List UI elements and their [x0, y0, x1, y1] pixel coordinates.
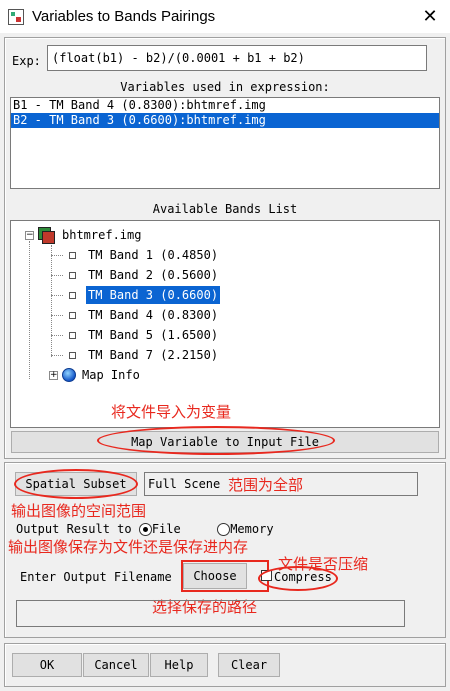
annotation-compress: 文件是否压缩 [278, 555, 369, 573]
band-label: TM Band 3 (0.6600) [86, 286, 221, 304]
collapse-icon[interactable]: − [25, 230, 34, 240]
leaf-icon [69, 311, 76, 319]
annotation-save-mode: 输出图像保存为文件还是保存进内存 [8, 538, 249, 556]
map-info-label: Map Info [82, 368, 140, 382]
map-info-node[interactable]: + Map Info [49, 366, 140, 384]
annotation-ellipse-map [97, 426, 335, 455]
bands-header: Available Bands List [152, 202, 298, 216]
variable-item-b1[interactable]: B1 - TM Band 4 (0.8300):bhtmref.img [11, 98, 439, 113]
band-item[interactable]: TM Band 7 (2.2150) [51, 346, 220, 364]
variables-header: Variables used in expression: [120, 80, 330, 94]
globe-icon [62, 368, 76, 382]
variable-item-b2[interactable]: B2 - TM Band 3 (0.6600):bhtmref.img [11, 113, 439, 128]
band-item-selected[interactable]: TM Band 3 (0.6600) [51, 286, 221, 304]
close-button[interactable]: ✕ [410, 0, 450, 33]
leaf-icon [69, 331, 76, 339]
image-file-icon [38, 227, 55, 244]
radio-memory-label: Memory [230, 522, 274, 536]
annotation-import-file: 将文件导入为变量 [111, 403, 232, 421]
ok-button[interactable]: OK [12, 653, 82, 677]
leaf-icon [69, 291, 76, 299]
leaf-icon [69, 251, 76, 259]
band-label: TM Band 1 (0.4850) [88, 248, 219, 262]
expand-icon[interactable]: + [49, 370, 58, 380]
file-name: bhtmref.img [62, 228, 142, 242]
cancel-button[interactable]: Cancel [83, 653, 149, 677]
output-filename-input[interactable] [16, 600, 405, 627]
annotation-ellipse-subset [14, 469, 138, 499]
band-label: TM Band 5 (1.6500) [88, 328, 219, 342]
annotation-box-choose [181, 560, 269, 592]
app-icon [8, 8, 24, 25]
radio-memory[interactable] [217, 523, 231, 536]
annotation-spatial-range: 输出图像的空间范围 [11, 502, 147, 520]
clear-button[interactable]: Clear [218, 653, 280, 677]
title-bar: Variables to Bands Pairings ✕ [0, 0, 450, 33]
leaf-icon [69, 271, 76, 279]
output-row: Output Result to File Memory [16, 522, 274, 536]
spatial-subset-value: Full Scene [148, 477, 221, 491]
band-item[interactable]: TM Band 1 (0.4850) [51, 246, 220, 264]
band-label: TM Band 2 (0.5600) [88, 268, 219, 282]
tree-file-node[interactable]: − bhtmref.img [25, 226, 141, 244]
output-label: Output Result to [16, 522, 132, 536]
bands-tree[interactable]: − bhtmref.img TM Band 1 (0.4850) TM Band… [10, 220, 440, 428]
window-title: Variables to Bands Pairings [32, 8, 216, 25]
band-item[interactable]: TM Band 4 (0.8300) [51, 306, 220, 324]
band-item[interactable]: TM Band 5 (1.6500) [51, 326, 220, 344]
radio-file-label: File [151, 522, 181, 536]
leaf-icon [69, 351, 76, 359]
radio-file[interactable] [138, 523, 152, 536]
band-label: TM Band 4 (0.8300) [88, 308, 219, 322]
expression-field[interactable]: (float(b1) - b2)/(0.0001 + b1 + b2) [47, 45, 427, 71]
annotation-full-scene: 范围为全部 [228, 476, 304, 494]
band-label: TM Band 7 (2.2150) [88, 348, 219, 362]
help-button[interactable]: Help [150, 653, 208, 677]
filename-label: Enter Output Filename [20, 570, 172, 584]
band-item[interactable]: TM Band 2 (0.5600) [51, 266, 220, 284]
expression-label: Exp: [12, 54, 41, 68]
variables-list[interactable]: B1 - TM Band 4 (0.8300):bhtmref.img B2 -… [10, 97, 440, 189]
